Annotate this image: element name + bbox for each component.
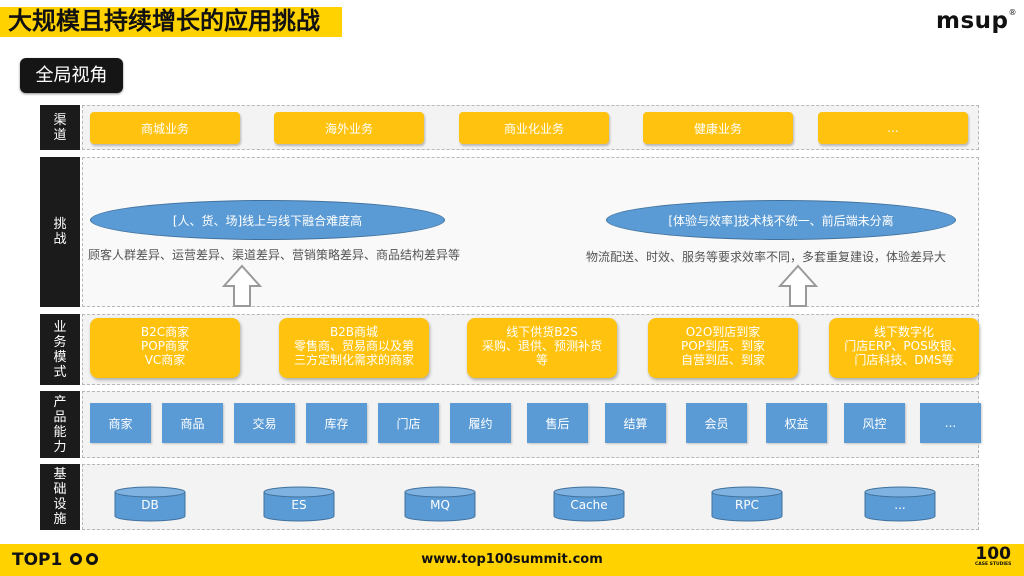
business-model-line: 等 bbox=[535, 353, 548, 367]
business-model-title: 线下供货B2S bbox=[506, 325, 578, 339]
channel-box: 海外业务 bbox=[274, 112, 424, 144]
channel-box: 商城业务 bbox=[90, 112, 240, 144]
business-model-box: 线下数字化 门店ERP、POS收银、 门店科技、DMS等 bbox=[829, 318, 979, 378]
row-label-text: 业务模式 bbox=[53, 319, 67, 380]
challenge-ellipse: [体验与效率]技术栈不统一、前后端未分离 bbox=[606, 200, 956, 240]
row-label-channels: 渠道 bbox=[40, 105, 80, 150]
business-model-line: 门店ERP、POS收银、 bbox=[844, 339, 964, 353]
registered-mark: ® bbox=[1008, 8, 1017, 17]
challenge-detail: 物流配送、时效、服务等要求效率不同，多套重复建设，体验差异大 bbox=[586, 250, 947, 264]
case-studies-number: 100 bbox=[975, 544, 1011, 564]
channel-box: 健康业务 bbox=[643, 112, 793, 144]
business-model-title: B2C商家 bbox=[140, 325, 190, 339]
row-label-text: 渠道 bbox=[53, 112, 67, 143]
capability-box: 商家 bbox=[90, 403, 151, 443]
capability-box: 风控 bbox=[844, 403, 905, 443]
row-label-text: 基础设施 bbox=[53, 467, 67, 527]
case-studies-text: CASE STUDIES bbox=[975, 562, 1012, 567]
up-arrow-icon bbox=[222, 264, 262, 307]
channel-box: 商业化业务 bbox=[459, 112, 609, 144]
business-model-line: 零售商、贸易商以及第 bbox=[293, 339, 414, 353]
challenge-ellipse: [人、货、场]线上与线下融合难度高 bbox=[90, 200, 445, 240]
infra-label: ... bbox=[894, 498, 906, 512]
msup-logo-text: msup bbox=[936, 8, 1009, 34]
business-model-line: 自营到店、到家 bbox=[680, 353, 765, 367]
cache-cylinder-icon: Cache bbox=[553, 486, 625, 522]
business-model-box: B2C商家 POP商家 VC商家 bbox=[90, 318, 240, 378]
business-model-line: VC商家 bbox=[144, 353, 186, 367]
db-cylinder-icon: DB bbox=[114, 486, 186, 522]
capability-box: 会员 bbox=[686, 403, 747, 443]
infra-label: DB bbox=[141, 498, 159, 512]
business-model-title: O2O到店到家 bbox=[685, 325, 761, 339]
page-title: 大规模且持续增长的应用挑战 bbox=[8, 7, 320, 35]
challenge-detail: 顾客人群差异、运营差异、渠道差异、营销策略差异、商品结构差异等 bbox=[88, 248, 461, 262]
msup-logo: msup® bbox=[936, 8, 1017, 34]
capability-box: 售后 bbox=[527, 403, 588, 443]
capability-box: ... bbox=[920, 403, 981, 443]
row-label-challenges: 挑战 bbox=[40, 157, 80, 307]
row-label-product: 产品能力 bbox=[40, 391, 80, 458]
capability-box: 权益 bbox=[766, 403, 827, 443]
infra-panel bbox=[82, 464, 979, 530]
business-model-box: 线下供货B2S 采购、退供、预测补货 等 bbox=[467, 318, 617, 378]
capability-box: 商品 bbox=[162, 403, 223, 443]
row-label-text: 挑战 bbox=[53, 217, 67, 247]
business-model-box: O2O到店到家 POP到店、到家 自营到店、到家 bbox=[648, 318, 798, 378]
capability-box: 库存 bbox=[306, 403, 367, 443]
infra-label: RPC bbox=[735, 498, 759, 512]
footer-url[interactable]: www.top100summit.com bbox=[0, 552, 1024, 567]
capability-box: 履约 bbox=[450, 403, 511, 443]
business-model-line: 三方定制化需求的商家 bbox=[293, 353, 414, 367]
business-model-title: B2B商城 bbox=[329, 325, 379, 339]
more-cylinder-icon: ... bbox=[864, 486, 936, 522]
row-label-business: 业务模式 bbox=[40, 314, 80, 385]
business-model-box: B2B商城 零售商、贸易商以及第 三方定制化需求的商家 bbox=[279, 318, 429, 378]
capability-box: 结算 bbox=[605, 403, 666, 443]
business-model-line: 采购、退供、预测补货 bbox=[481, 339, 602, 353]
es-cylinder-icon: ES bbox=[263, 486, 335, 522]
business-model-title: 线下数字化 bbox=[873, 325, 934, 339]
infra-label: MQ bbox=[430, 498, 450, 512]
case-studies-logo: 100 CASE STUDIES bbox=[975, 546, 1011, 568]
rpc-cylinder-icon: RPC bbox=[711, 486, 783, 522]
global-view-badge: 全局视角 bbox=[20, 58, 123, 93]
mq-cylinder-icon: MQ bbox=[404, 486, 476, 522]
business-model-line: POP商家 bbox=[141, 339, 189, 353]
up-arrow-icon bbox=[778, 264, 818, 307]
infra-label: Cache bbox=[570, 498, 608, 512]
channel-box: ... bbox=[818, 112, 968, 144]
capability-box: 门店 bbox=[378, 403, 439, 443]
business-model-line: POP到店、到家 bbox=[681, 339, 765, 353]
row-label-text: 产品能力 bbox=[53, 394, 67, 455]
row-label-infra: 基础设施 bbox=[40, 464, 80, 530]
capability-box: 交易 bbox=[234, 403, 295, 443]
business-model-line: 门店科技、DMS等 bbox=[854, 353, 954, 367]
infra-label: ES bbox=[291, 498, 307, 512]
